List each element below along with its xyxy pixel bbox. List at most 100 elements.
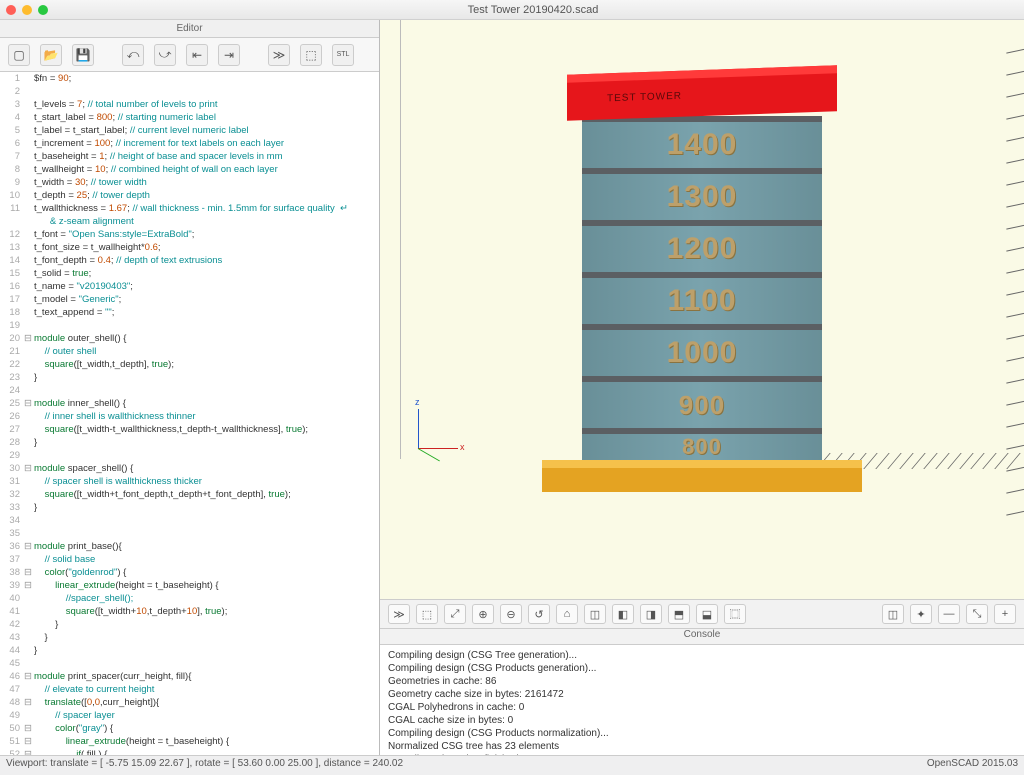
view-tool-8[interactable]: ◧: [612, 604, 634, 624]
code-line[interactable]: 2: [2, 85, 379, 98]
code-line[interactable]: 16t_name = "v20190403";: [2, 280, 379, 293]
code-editor[interactable]: 1$fn = 90;23t_levels = 7; // total numbe…: [0, 72, 379, 755]
unindent-icon[interactable]: ⇤: [186, 44, 208, 66]
code-line[interactable]: 1$fn = 90;: [2, 72, 379, 85]
minimize-icon[interactable]: [22, 5, 32, 15]
code-line[interactable]: 39⊟ linear_extrude(height = t_baseheight…: [2, 579, 379, 592]
console-line: Geometries in cache: 86: [388, 675, 1016, 688]
code-line[interactable]: 32 square([t_width+t_font_depth,t_depth+…: [2, 488, 379, 501]
code-line[interactable]: 35: [2, 527, 379, 540]
new-icon[interactable]: ▢: [8, 44, 30, 66]
code-line[interactable]: 40 //spacer_shell();: [2, 592, 379, 605]
redo-icon[interactable]: ⤻: [154, 44, 176, 66]
render-icon[interactable]: ⬚: [300, 44, 322, 66]
save-icon[interactable]: 💾: [72, 44, 94, 66]
code-line[interactable]: 6t_increment = 100; // increment for tex…: [2, 137, 379, 150]
code-line[interactable]: 51⊟ linear_extrude(height = t_baseheight…: [2, 735, 379, 748]
level-label: 900: [679, 390, 725, 421]
code-line[interactable]: 7t_baseheight = 1; // height of base and…: [2, 150, 379, 163]
code-line[interactable]: 30⊟module spacer_shell() {: [2, 462, 379, 475]
code-line[interactable]: 10t_depth = 25; // tower depth: [2, 189, 379, 202]
code-line[interactable]: 13t_font_size = t_wallheight*0.6;: [2, 241, 379, 254]
code-line[interactable]: 9t_width = 30; // tower width: [2, 176, 379, 189]
view-tool-15[interactable]: —: [938, 604, 960, 624]
code-line[interactable]: 50⊟ color("gray") {: [2, 722, 379, 735]
code-line[interactable]: 20⊟module outer_shell() {: [2, 332, 379, 345]
view-tool-11[interactable]: ⬓: [696, 604, 718, 624]
editor-panel-title: Editor: [0, 20, 379, 38]
level-label: 800: [682, 434, 722, 460]
viewport-3d[interactable]: TEST TOWER 14001300120011001000900800 z …: [380, 20, 1024, 599]
view-tool-12[interactable]: ⿴: [724, 604, 746, 624]
code-line[interactable]: 46⊟module print_spacer(curr_height, fill…: [2, 670, 379, 683]
tower-model: TEST TOWER 14001300120011001000900800: [582, 70, 822, 492]
view-tool-4[interactable]: ⊖: [500, 604, 522, 624]
code-line[interactable]: 37 // solid base: [2, 553, 379, 566]
code-line[interactable]: 4t_start_label = 800; // starting numeri…: [2, 111, 379, 124]
view-tool-3[interactable]: ⊕: [472, 604, 494, 624]
code-line[interactable]: 45: [2, 657, 379, 670]
code-line[interactable]: 38⊟ color("goldenrod") {: [2, 566, 379, 579]
code-line[interactable]: 26 // inner shell is wallthickness thinn…: [2, 410, 379, 423]
indent-icon[interactable]: ⇥: [218, 44, 240, 66]
console-line: Geometry cache size in bytes: 2161472: [388, 688, 1016, 701]
cap-label: TEST TOWER: [607, 91, 682, 105]
code-line[interactable]: 41 square([t_width+10,t_depth+10], true)…: [2, 605, 379, 618]
code-line[interactable]: 43 }: [2, 631, 379, 644]
code-line[interactable]: & z-seam alignment: [2, 215, 379, 228]
console-output[interactable]: Compiling design (CSG Tree generation)..…: [380, 645, 1024, 755]
code-line[interactable]: 12t_font = "Open Sans:style=ExtraBold";: [2, 228, 379, 241]
code-line[interactable]: 8t_wallheight = 10; // combined height o…: [2, 163, 379, 176]
code-line[interactable]: 47 // elevate to current height: [2, 683, 379, 696]
view-tool-7[interactable]: ◫: [584, 604, 606, 624]
code-line[interactable]: 25⊟module inner_shell() {: [2, 397, 379, 410]
code-line[interactable]: 34: [2, 514, 379, 527]
preview-icon[interactable]: ≫: [268, 44, 290, 66]
close-icon[interactable]: [6, 5, 16, 15]
code-line[interactable]: 5t_label = t_start_label; // current lev…: [2, 124, 379, 137]
code-line[interactable]: 22 square([t_width,t_depth], true);: [2, 358, 379, 371]
open-icon[interactable]: 📂: [40, 44, 62, 66]
view-tool-5[interactable]: ↺: [528, 604, 550, 624]
code-line[interactable]: 15t_solid = true;: [2, 267, 379, 280]
code-line[interactable]: 52⊟ if( fill ) {: [2, 748, 379, 755]
code-line[interactable]: 18t_text_append = "";: [2, 306, 379, 319]
view-tool-6[interactable]: ⌂: [556, 604, 578, 624]
view-tool-16[interactable]: ⤡: [966, 604, 988, 624]
view-tool-2[interactable]: ⤢: [444, 604, 466, 624]
code-line[interactable]: 14t_font_depth = 0.4; // depth of text e…: [2, 254, 379, 267]
view-tool-9[interactable]: ◨: [640, 604, 662, 624]
code-line[interactable]: 3t_levels = 7; // total number of levels…: [2, 98, 379, 111]
tower-level: 1300: [582, 168, 822, 220]
code-line[interactable]: 17t_model = "Generic";: [2, 293, 379, 306]
code-line[interactable]: 33}: [2, 501, 379, 514]
view-tool-10[interactable]: ⬒: [668, 604, 690, 624]
view-tool-0[interactable]: ≫: [388, 604, 410, 624]
code-line[interactable]: 42 }: [2, 618, 379, 631]
code-line[interactable]: 49 // spacer layer: [2, 709, 379, 722]
code-line[interactable]: 27 square([t_width-t_wallthickness,t_dep…: [2, 423, 379, 436]
code-line[interactable]: 31 // spacer shell is wallthickness thic…: [2, 475, 379, 488]
stl-icon[interactable]: STL: [332, 44, 354, 66]
code-line[interactable]: 48⊟ translate([0,0,curr_height]){: [2, 696, 379, 709]
code-line[interactable]: 24: [2, 384, 379, 397]
code-line[interactable]: 36⊟module print_base(){: [2, 540, 379, 553]
tower-base: [542, 460, 862, 492]
code-line[interactable]: 28}: [2, 436, 379, 449]
code-line[interactable]: 19: [2, 319, 379, 332]
code-line[interactable]: 23}: [2, 371, 379, 384]
view-tool-17[interactable]: +: [994, 604, 1016, 624]
code-line[interactable]: 21 // outer shell: [2, 345, 379, 358]
maximize-icon[interactable]: [38, 5, 48, 15]
tower-level: 1200: [582, 220, 822, 272]
view-tool-13[interactable]: ◫: [882, 604, 904, 624]
view-tool-1[interactable]: ⬚: [416, 604, 438, 624]
console-line: Compiling design (CSG Products normaliza…: [388, 727, 1016, 740]
code-line[interactable]: 44}: [2, 644, 379, 657]
viewport-toolbar: ≫ ⬚ ⤢ ⊕ ⊖ ↺ ⌂ ◫ ◧ ◨ ⬒ ⬓ ⿴ ◫ ✦ — ⤡ +: [380, 599, 1024, 629]
tower-level: 800: [582, 428, 822, 460]
undo-icon[interactable]: ⤺: [122, 44, 144, 66]
view-tool-14[interactable]: ✦: [910, 604, 932, 624]
code-line[interactable]: 29: [2, 449, 379, 462]
code-line[interactable]: 11t_wallthickness = 1.67; // wall thickn…: [2, 202, 379, 215]
